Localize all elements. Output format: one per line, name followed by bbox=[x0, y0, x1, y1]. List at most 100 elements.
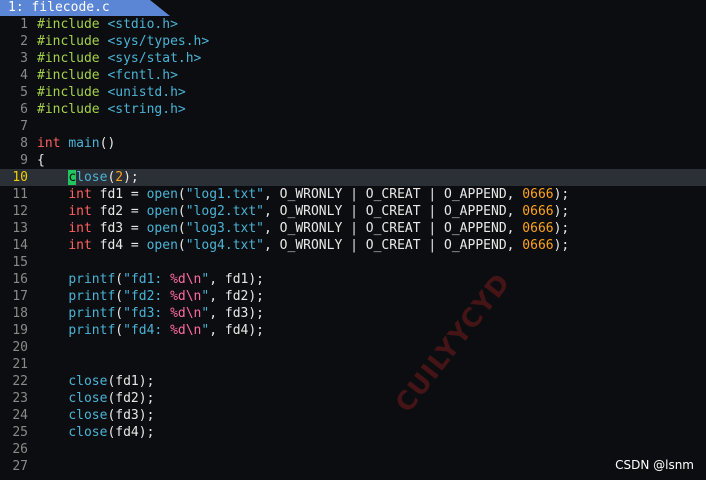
line-number: 24 bbox=[12, 408, 28, 423]
line-text: #include <fcntl.h> bbox=[37, 68, 178, 83]
code-token: , O_WRONLY | O_CREAT | O_APPEND, bbox=[264, 187, 523, 202]
code-line-current[interactable]: 10 close(2); bbox=[0, 169, 706, 186]
code-line[interactable]: 5 #include <unistd.h> bbox=[0, 84, 706, 101]
code-token: , O_WRONLY | O_CREAT | O_APPEND, bbox=[264, 221, 523, 236]
code-token: ( bbox=[115, 289, 124, 304]
code-token: (fd2); bbox=[107, 391, 155, 406]
code-token: <string.h> bbox=[107, 102, 186, 117]
code-token: %d\n bbox=[170, 289, 202, 304]
code-token: fd4 = bbox=[99, 238, 147, 253]
code-token: ); bbox=[553, 204, 570, 219]
code-line[interactable]: 2 #include <sys/types.h> bbox=[0, 33, 706, 50]
line-number: 15 bbox=[12, 255, 28, 270]
code-token: "log2.txt" bbox=[185, 204, 265, 219]
line-number: 17 bbox=[12, 289, 28, 304]
code-line[interactable]: 27 bbox=[0, 458, 706, 475]
line-number: 13 bbox=[12, 221, 28, 236]
code-token: %d\n bbox=[170, 323, 202, 338]
code-token: , fd2); bbox=[209, 289, 265, 304]
code-line[interactable]: 17 printf("fd2: %d\n", fd2); bbox=[0, 288, 706, 305]
code-token: 2 bbox=[115, 170, 124, 185]
line-text: #include <sys/types.h> bbox=[37, 34, 209, 49]
code-line[interactable]: 1 #include <stdio.h> bbox=[0, 16, 706, 33]
code-line[interactable]: 16 printf("fd1: %d\n", fd1); bbox=[0, 271, 706, 288]
line-text: int fd2 = open("log2.txt", O_WRONLY | O_… bbox=[37, 204, 569, 219]
code-token: , fd1); bbox=[209, 272, 265, 287]
code-line[interactable]: 18 printf("fd3: %d\n", fd3); bbox=[0, 305, 706, 322]
code-token: fd2 = bbox=[99, 204, 147, 219]
line-text: int main() bbox=[37, 136, 115, 151]
line-number: 6 bbox=[20, 102, 28, 117]
code-token: <stdio.h> bbox=[107, 17, 178, 32]
code-line[interactable]: 4 #include <fcntl.h> bbox=[0, 67, 706, 84]
code-token: #include bbox=[37, 17, 108, 32]
code-token: %d\n bbox=[170, 272, 202, 287]
code-line[interactable]: 15 bbox=[0, 254, 706, 271]
code-line[interactable]: 9{ bbox=[0, 152, 706, 169]
line-text: printf("fd4: %d\n", fd4); bbox=[37, 323, 264, 338]
text-cursor: c bbox=[68, 170, 77, 185]
code-token: 0666 bbox=[522, 204, 554, 219]
code-token: "log1.txt" bbox=[185, 187, 265, 202]
code-token: , O_WRONLY | O_CREAT | O_APPEND, bbox=[264, 204, 523, 219]
code-token: , fd4); bbox=[209, 323, 265, 338]
code-token: ); bbox=[553, 221, 570, 236]
line-text: int fd3 = open("log3.txt", O_WRONLY | O_… bbox=[37, 221, 569, 236]
code-token: () bbox=[99, 136, 116, 151]
code-token: 0666 bbox=[522, 187, 554, 202]
code-token: int bbox=[68, 238, 100, 253]
code-token: ( bbox=[177, 221, 186, 236]
code-line[interactable]: 25 close(fd4); bbox=[0, 424, 706, 441]
line-number: 4 bbox=[20, 68, 28, 83]
code-line[interactable]: 19 printf("fd4: %d\n", fd4); bbox=[0, 322, 706, 339]
code-line[interactable]: 14 int fd4 = open("log4.txt", O_WRONLY |… bbox=[0, 237, 706, 254]
code-line[interactable]: 26 bbox=[0, 441, 706, 458]
code-token: main bbox=[68, 136, 100, 151]
code-line[interactable]: 22 close(fd1); bbox=[0, 373, 706, 390]
code-token: ); bbox=[553, 187, 570, 202]
code-line[interactable]: 23 close(fd2); bbox=[0, 390, 706, 407]
line-number: 1 bbox=[20, 17, 28, 32]
line-number: 19 bbox=[12, 323, 28, 338]
code-line[interactable]: 3 #include <sys/stat.h> bbox=[0, 50, 706, 67]
code-line[interactable]: 6 #include <string.h> bbox=[0, 101, 706, 118]
code-editor[interactable]: 1 #include <stdio.h> 2 #include <sys/types.… bbox=[0, 16, 706, 475]
line-text: #include <sys/stat.h> bbox=[37, 51, 201, 66]
code-token: open bbox=[146, 238, 178, 253]
line-number: 27 bbox=[12, 459, 28, 474]
code-line[interactable]: 11 int fd1 = open("log1.txt", O_WRONLY |… bbox=[0, 186, 706, 203]
code-token: fd1 = bbox=[99, 187, 147, 202]
code-line[interactable]: 7 bbox=[0, 118, 706, 135]
line-text: close(fd3); bbox=[37, 408, 154, 423]
code-token: #include bbox=[37, 51, 108, 66]
line-text: int fd1 = open("log1.txt", O_WRONLY | O_… bbox=[37, 187, 569, 202]
code-token: ( bbox=[177, 238, 186, 253]
code-line[interactable]: 13 int fd3 = open("log3.txt", O_WRONLY |… bbox=[0, 220, 706, 237]
code-line[interactable]: 12 int fd2 = open("log2.txt", O_WRONLY |… bbox=[0, 203, 706, 220]
code-line[interactable]: 24 close(fd3); bbox=[0, 407, 706, 424]
code-token: %d\n bbox=[170, 306, 202, 321]
code-line[interactable]: 8 int main() bbox=[0, 135, 706, 152]
code-line[interactable]: 21 bbox=[0, 356, 706, 373]
line-number: 3 bbox=[20, 51, 28, 66]
tab-filecode[interactable]: 1: filecode.c bbox=[0, 0, 170, 16]
code-token: #include bbox=[37, 68, 108, 83]
line-text: printf("fd1: %d\n", fd1); bbox=[37, 272, 264, 287]
code-token: { bbox=[37, 153, 45, 168]
code-token: (fd3); bbox=[107, 408, 155, 423]
line-number: 5 bbox=[20, 85, 28, 100]
code-token: fd3 = bbox=[99, 221, 147, 236]
code-line[interactable]: 20 bbox=[0, 339, 706, 356]
line-text: close(2); bbox=[37, 170, 139, 185]
line-number: 21 bbox=[12, 357, 28, 372]
